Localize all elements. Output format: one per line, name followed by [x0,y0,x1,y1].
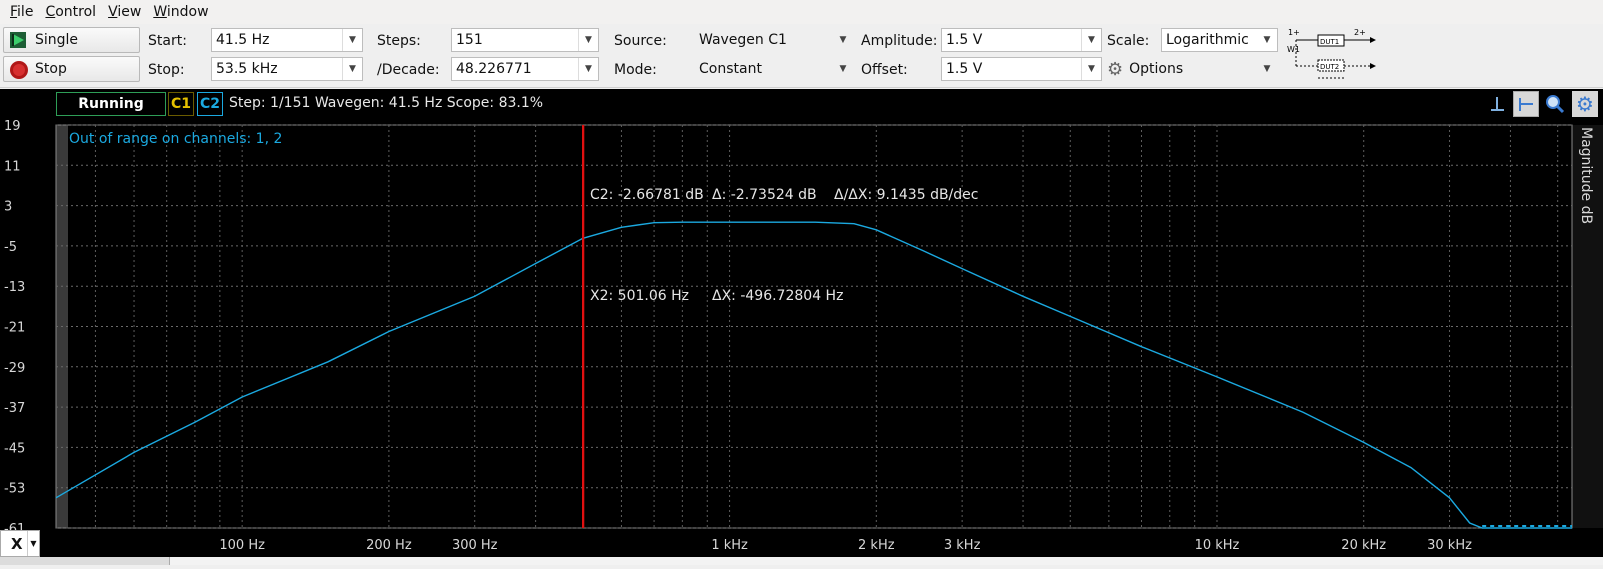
per-decade-label: /Decade: [377,62,440,78]
x-tick-label: 200 Hz [366,538,412,553]
single-run-icon [9,31,27,49]
horizontal-cursor-icon[interactable] [1513,91,1539,117]
mode-label: Mode: [614,62,657,78]
gear-icon: ⚙ [1107,58,1124,80]
plot-frame [55,124,1573,529]
chevron-down-icon[interactable]: ▼ [342,29,362,51]
chevron-down-icon[interactable]: ▼ [1081,29,1101,51]
y-tick-label: -53 [4,482,25,497]
chevron-down-icon[interactable]: ▼ [27,531,39,556]
offset-label: Offset: [861,62,908,78]
offset-combo[interactable]: 1.5 V ▼ [941,57,1102,81]
y-tick-label: -21 [4,321,25,336]
cursor-icon[interactable] [1484,91,1510,117]
y-tick-label: -5 [4,240,17,255]
chevron-down-icon[interactable]: ▼ [1081,58,1101,80]
menu-window[interactable]: Window [153,4,208,20]
cursor-slope-readout: Δ/ΔX: 9.1435 dB/dec [834,187,978,203]
magnitude-axis-label: Magnitude dB [1578,127,1594,224]
status-text: Step: 1/151 Wavegen: 41.5 Hz Scope: 83.1… [229,95,544,111]
channel-c1-toggle[interactable]: C1 [168,92,194,116]
axis-select-combo[interactable]: X ▼ [0,530,40,557]
stop-frequency-label: Stop: [148,62,185,78]
source-label: Source: [614,33,667,49]
start-label: Start: [148,33,187,49]
cursor-delta-readout: Δ: -2.73524 dB [712,187,817,203]
diagram-in1-label: 1+ [1288,28,1300,37]
cursor-c2-readout: C2: -2.66781 dB [590,187,704,203]
menu-view[interactable]: View [108,4,141,20]
amplitude-label: Amplitude: [861,33,938,49]
magnitude-plot[interactable]: 19113-5-13-21-29-37-45-53-61100 Hz200 Hz… [0,119,1603,565]
y-tick-label: 11 [4,159,21,174]
x-tick-label: 100 Hz [219,538,265,553]
chevron-down-icon[interactable]: ▼ [578,58,598,80]
chevron-down-icon[interactable]: ▼ [342,58,362,80]
y-tick-label: -37 [4,401,25,416]
chevron-down-icon[interactable]: ▼ [833,58,853,80]
diagram-dut1-label: DUT1 [1320,38,1339,46]
x-tick-label: 1 kHz [711,538,748,553]
x-tick-label: 10 kHz [1195,538,1240,553]
stop-icon [9,60,28,79]
cursor-x2-readout: X2: 501.06 Hz [590,288,689,304]
c2-magnitude-trace [55,221,1572,529]
zoom-icon[interactable] [1542,91,1568,117]
status-bar: Running C1 C2 Step: 1/151 Wavegen: 41.5 … [0,89,1603,119]
scale-combo[interactable]: Logarithmic ▼ [1161,28,1278,52]
out-of-range-warning: Out of range on channels: 1, 2 [69,131,282,147]
x-tick-label: 300 Hz [452,538,498,553]
channel-c2-toggle[interactable]: C2 [197,92,223,116]
running-status-badge[interactable]: Running [56,92,166,116]
x-tick-label: 2 kHz [858,538,895,553]
dut-connection-diagram: 1+ W1 DUT1 DUT2 2+ [1287,28,1376,79]
menu-control[interactable]: Control [45,4,96,20]
chevron-down-icon[interactable]: ▼ [1257,58,1277,80]
chevron-down-icon[interactable]: ▼ [833,29,853,51]
cursor-dx-readout: ΔX: -496.72804 Hz [712,288,843,304]
steps-label: Steps: [377,33,421,49]
y-tick-label: -13 [4,280,25,295]
chevron-down-icon[interactable]: ▼ [578,29,598,51]
x-tick-label: 3 kHz [944,538,981,553]
scale-label: Scale: [1107,33,1150,49]
options-button[interactable]: ⚙ Options ▼ [1104,57,1278,81]
toolbar: Single Stop Start: 41.5 Hz ▼ Stop: 53.5 … [0,24,1603,88]
y-tick-label: -45 [4,441,25,456]
menu-file[interactable]: File [10,4,33,20]
menu-bar: File Control View Window [0,0,1603,24]
y-tick-label: -29 [4,361,25,376]
diagram-w1-label: W1 [1287,45,1300,54]
single-button[interactable]: Single [3,27,140,53]
x-tick-label: 30 kHz [1427,538,1472,553]
bottom-scroll-strip [0,557,1603,565]
x-tick-label: 20 kHz [1341,538,1386,553]
amplitude-combo[interactable]: 1.5 V ▼ [941,28,1102,52]
steps-combo[interactable]: 151 ▼ [451,28,599,52]
y-tick-label: 3 [4,200,12,215]
per-decade-combo[interactable]: 48.226771 ▼ [451,57,599,81]
settings-gear-icon[interactable]: ⚙ [1572,91,1598,117]
y-tick-label: 19 [4,119,21,134]
bottom-tab[interactable] [0,557,170,565]
diagram-dut2-label: DUT2 [1320,63,1339,71]
plot-area[interactable]: 19113-5-13-21-29-37-45-53-61100 Hz200 Hz… [0,119,1603,565]
stop-button[interactable]: Stop [3,56,140,82]
stop-frequency-combo[interactable]: 53.5 kHz ▼ [211,57,363,81]
chevron-down-icon[interactable]: ▼ [1257,29,1277,51]
source-combo[interactable]: Wavegen C1 ▼ [694,28,854,52]
diagram-out2-label: 2+ [1354,28,1366,37]
mode-combo[interactable]: Constant ▼ [694,57,854,81]
start-frequency-combo[interactable]: 41.5 Hz ▼ [211,28,363,52]
